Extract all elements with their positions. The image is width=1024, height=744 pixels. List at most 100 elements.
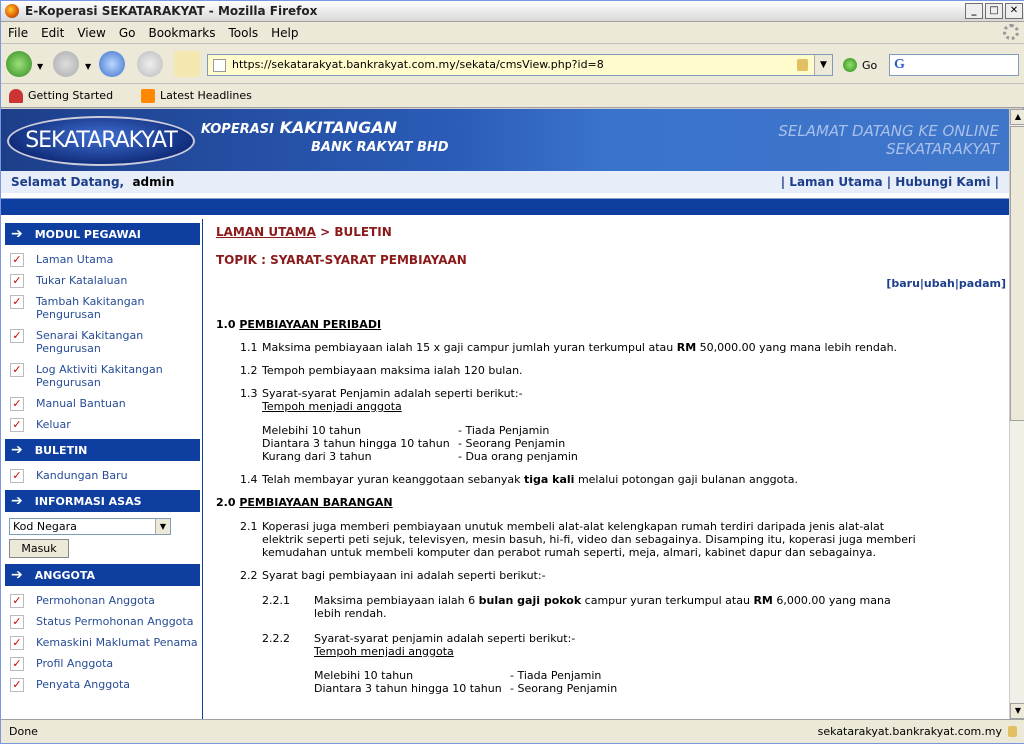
close-button[interactable]: ✕ xyxy=(1005,3,1023,19)
checkmark-icon: ✓ xyxy=(10,295,24,309)
masuk-button[interactable]: Masuk xyxy=(9,539,69,558)
sidebar-item-label: Senarai Kakitangan Pengurusan xyxy=(36,329,144,355)
sidebar-item-tambah-kakitangan[interactable]: ✓ Tambah Kakitangan Pengurusan xyxy=(5,295,202,321)
section-title: ANGGOTA xyxy=(34,568,96,582)
url-bar[interactable]: https://sekatarakyat.bankrakyat.com.my/s… xyxy=(207,54,833,76)
menu-bookmarks[interactable]: Bookmarks xyxy=(148,26,215,40)
header-bank: BANK RAKYAT BHD xyxy=(311,140,449,155)
status-domain-text: sekatarakyat.bankrakyat.com.my xyxy=(817,725,1002,738)
go-label: Go xyxy=(862,58,878,72)
menu-edit[interactable]: Edit xyxy=(41,26,64,40)
section-modul-pegawai: ➔ MODUL PEGAWAI xyxy=(5,223,200,245)
tempoh-heading: Tempoh menjadi anggota xyxy=(314,645,454,658)
checkmark-icon: ✓ xyxy=(10,418,24,432)
sidebar-item-keluar[interactable]: ✓ Keluar xyxy=(5,418,202,432)
main-content: LAMAN UTAMA > BULETIN TOPIK : SYARAT-SYA… xyxy=(216,225,1006,695)
site-logo[interactable]: SEKATARAKYAT xyxy=(7,116,195,166)
para-number: 1.1 xyxy=(240,341,258,354)
section-number: 1.0 xyxy=(216,318,236,331)
menu-go[interactable]: Go xyxy=(119,26,136,40)
checkmark-icon: ✓ xyxy=(10,678,24,692)
maximize-button[interactable]: □ xyxy=(985,3,1003,19)
home-icon[interactable] xyxy=(174,51,200,77)
para-text: 50,000.00 yang mana lebih rendah. xyxy=(696,341,898,354)
sidebar-item-label: Penyata Anggota xyxy=(36,678,131,691)
sidebar-item-permohonan-anggota[interactable]: ✓ Permohonan Anggota xyxy=(5,594,202,608)
menu-view[interactable]: View xyxy=(77,26,105,40)
menu-tools[interactable]: Tools xyxy=(229,26,259,40)
scroll-thumb[interactable] xyxy=(1010,126,1024,421)
para-1-4: 1.4 Telah membayar yuran keanggotaan seba… xyxy=(216,473,1006,486)
bookmark-latest-headlines[interactable]: Latest Headlines xyxy=(160,89,252,102)
section-title: BULETIN xyxy=(34,443,88,457)
sidebar-item-penyata-anggota[interactable]: ✓ Penyata Anggota xyxy=(5,678,202,692)
forward-history-chevron-icon[interactable]: ▼ xyxy=(85,62,91,71)
header-welcome-line2: SEKATARAKYAT xyxy=(886,140,999,158)
para-text: Syarat-syarat penjamin adalah seperti be… xyxy=(314,632,576,645)
para-number: 2.2 xyxy=(240,569,258,582)
url-text: https://sekatarakyat.bankrakyat.com.my/s… xyxy=(232,58,604,71)
checkmark-icon: ✓ xyxy=(10,657,24,671)
breadcrumb-home-link[interactable]: LAMAN UTAMA xyxy=(216,225,316,239)
sidebar: ➔ MODUL PEGAWAI ✓ Laman Utama ✓ Tukar Katal… xyxy=(1,219,203,719)
browser-window: E-Koperasi SEKATARAKYAT - Mozilla Firefo… xyxy=(0,0,1024,744)
menu-file[interactable]: File xyxy=(8,26,28,40)
back-history-chevron-icon[interactable]: ▼ xyxy=(37,62,43,71)
site-header: SEKATARAKYAT KOPERASI KAKITANGAN BANK RA… xyxy=(1,109,1009,171)
throbber-icon xyxy=(1003,24,1019,40)
sidebar-item-label: Laman Utama xyxy=(36,253,114,266)
table-cell: Diantara 3 tahun hingga 10 tahun xyxy=(314,682,502,695)
para-bold: tiga kali xyxy=(524,473,575,486)
navigation-toolbar: ▼ ▼ https://sekatarakyat.bankrakyat.com.… xyxy=(1,44,1024,84)
kod-negara-select[interactable]: Kod Negara ▼ xyxy=(9,518,171,535)
arrow-right-icon: ➔ xyxy=(11,442,23,458)
sidebar-item-status-permohonan[interactable]: ✓ Status Permohonan Anggota xyxy=(5,615,202,629)
stop-icon[interactable] xyxy=(137,51,163,77)
para-number: 2.1 xyxy=(240,520,258,533)
sidebar-item-senarai-kakitangan[interactable]: ✓ Senarai Kakitangan Pengurusan xyxy=(5,329,202,355)
sidebar-item-kandungan-baru[interactable]: ✓ Kandungan Baru xyxy=(5,469,202,483)
scroll-up-icon[interactable]: ▲ xyxy=(1010,109,1024,125)
chevron-down-icon[interactable]: ▼ xyxy=(155,519,170,534)
window-title: E-Koperasi SEKATARAKYAT - Mozilla Firefo… xyxy=(25,4,318,18)
section-buletin: ➔ BULETIN xyxy=(5,439,200,461)
checkmark-icon: ✓ xyxy=(10,329,24,343)
section-2-heading: 2.0 PEMBIAYAAN BARANGAN xyxy=(216,496,1006,509)
minimize-button[interactable]: _ xyxy=(965,3,983,19)
menu-help[interactable]: Help xyxy=(271,26,298,40)
penjamin-table-2: Melebihi 10 tahun - Tiada Penjamin Dianta… xyxy=(314,669,1006,695)
vertical-scrollbar[interactable]: ▲ ▼ xyxy=(1009,109,1024,719)
scroll-down-icon[interactable]: ▼ xyxy=(1010,703,1024,719)
sidebar-item-tukar-katalaluan[interactable]: ✓ Tukar Katalaluan xyxy=(5,274,202,288)
sidebar-item-laman-utama[interactable]: ✓ Laman Utama xyxy=(5,253,202,267)
penjamin-table: Melebihi 10 tahun - Tiada Penjamin Dianta… xyxy=(262,424,1006,463)
top-links[interactable]: | Laman Utama | Hubungi Kami | xyxy=(781,175,999,189)
checkmark-icon: ✓ xyxy=(10,615,24,629)
table-cell: Kurang dari 3 tahun xyxy=(262,450,372,463)
back-arrow-icon[interactable] xyxy=(6,51,32,77)
sidebar-item-profil-anggota[interactable]: ✓ Profil Anggota xyxy=(5,657,202,671)
forward-arrow-icon[interactable] xyxy=(53,51,79,77)
reload-icon[interactable] xyxy=(99,51,125,77)
para-2-2: 2.2 Syarat bagi pembiayaan ini adalah sep… xyxy=(216,569,1006,582)
secure-lock-icon[interactable] xyxy=(1008,726,1017,737)
sidebar-item-log-aktiviti[interactable]: ✓ Log Aktiviti Kakitangan Pengurusan xyxy=(5,363,202,389)
page-icon xyxy=(213,59,226,72)
sidebar-item-label: Permohonan Anggota xyxy=(36,594,155,607)
status-domain: sekatarakyat.bankrakyat.com.my xyxy=(818,725,1017,738)
lock-icon[interactable] xyxy=(797,59,808,71)
para-1-3: 1.3 Syarat-syarat Penjamin adalah seperti… xyxy=(216,387,1006,463)
checkmark-icon: ✓ xyxy=(10,397,24,411)
table-cell: - Tiada Penjamin xyxy=(458,424,550,437)
status-text: Done xyxy=(9,725,38,738)
arrow-right-icon: ➔ xyxy=(11,567,23,583)
para-number: 1.3 xyxy=(240,387,258,400)
bookmark-getting-started[interactable]: Getting Started xyxy=(28,89,113,102)
url-dropdown-icon[interactable]: ▼ xyxy=(814,55,832,75)
action-links[interactable]: [baru|ubah|padam] xyxy=(216,277,1006,290)
search-input[interactable]: G xyxy=(889,54,1019,76)
sidebar-item-manual-bantuan[interactable]: ✓ Manual Bantuan xyxy=(5,397,202,411)
sidebar-item-kemaskini-maklumat[interactable]: ✓ Kemaskini Maklumat Penama xyxy=(5,636,202,650)
checkmark-icon: ✓ xyxy=(10,274,24,288)
go-button[interactable]: Go xyxy=(843,58,877,72)
